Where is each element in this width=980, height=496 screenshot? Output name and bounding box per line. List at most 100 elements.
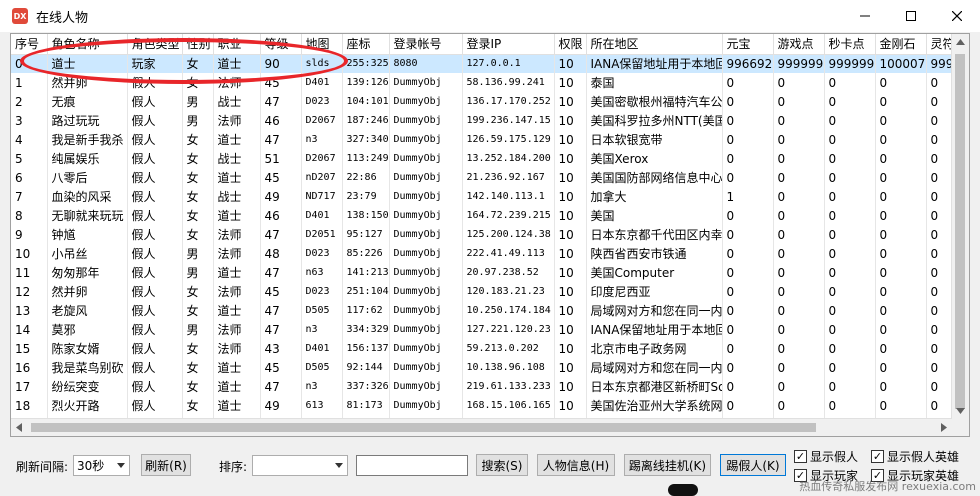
maximize-button[interactable] (888, 0, 934, 32)
column-header[interactable]: 登录IP (462, 34, 555, 55)
refresh-interval-value: 30秒 (77, 459, 105, 473)
table-cell: 0 (773, 187, 825, 206)
column-header[interactable]: 所在地区 (586, 34, 723, 55)
table-cell: 女 (182, 282, 214, 301)
table-cell: 125.200.124.38 (462, 225, 555, 244)
table-cell: 0 (773, 263, 825, 282)
show-dummy-label: 显示假人 (810, 450, 859, 464)
table-row[interactable]: 10 小吊丝 假人男法师 48 D023 85:226 DummyObj 222.41.49.… (11, 244, 962, 263)
search-input[interactable] (356, 455, 468, 476)
table-cell: 10 (554, 92, 587, 111)
table-cell: DummyObj (389, 244, 463, 263)
horizontal-scrollbar[interactable] (11, 418, 952, 436)
character-info-button[interactable]: 人物信息(H) (537, 454, 615, 476)
table-cell: 45 (260, 358, 302, 377)
table-cell: 烈火开路 (47, 396, 128, 415)
kick-dummy-button[interactable]: 踢假人(K) (720, 454, 786, 476)
table-row[interactable]: 14 莫邪 假人男法师 47 n3 334:329 DummyObj 127.221.120.… (11, 320, 962, 339)
table-row[interactable]: 16 我是菜鸟别砍 假人女道士 45 D505 92:144 DummyObj 10.138.… (11, 358, 962, 377)
table-cell: 0 (824, 225, 876, 244)
table-cell: 136.17.170.252 (462, 92, 555, 111)
table-cell: 假人 (127, 282, 183, 301)
vertical-scrollbar[interactable] (951, 34, 969, 419)
table-cell: 美国Xerox (586, 149, 723, 168)
table-row[interactable]: 7 血染的风采 假人女战士 49 ND717 23:79 DummyObj 142.140.1… (11, 187, 962, 206)
table-cell: 道士 (213, 358, 261, 377)
column-header[interactable]: 登录帐号 (389, 34, 463, 55)
table-cell: 1 (722, 187, 774, 206)
table-row[interactable]: 5 纯属娱乐 假人女战士 51 D2067 113:249 DummyObj 13.252.1… (11, 149, 962, 168)
table-cell: 0 (824, 263, 876, 282)
table-row[interactable]: 11 匆匆那年 假人男道士 47 n63 141:213 DummyObj 20.97.238… (11, 263, 962, 282)
table-cell: 无痕 (47, 92, 128, 111)
column-header[interactable]: 序号 (11, 34, 48, 55)
minimize-button[interactable] (842, 0, 888, 32)
scroll-right-icon[interactable] (941, 423, 947, 432)
table-cell: 局域网对方和您在同一内 (586, 301, 723, 320)
scroll-left-icon[interactable] (16, 423, 22, 432)
table-cell: 血染的风采 (47, 187, 128, 206)
table-cell: 12 (11, 282, 48, 301)
column-header[interactable]: 角色名称 (47, 34, 128, 55)
table-cell: 13 (11, 301, 48, 320)
table-cell: 0 (722, 92, 774, 111)
table-cell: 45 (260, 73, 302, 92)
table-row[interactable]: 18 烈火开路 假人女道士 49 613 81:173 DummyObj 168.15.106… (11, 396, 962, 415)
column-header[interactable]: 游戏点 (773, 34, 825, 55)
refresh-interval-label: 刷新间隔: (16, 460, 69, 474)
table-row[interactable]: 6 八零后 假人女道士 45 nD207 22:86 DummyObj 21.236.92.1… (11, 168, 962, 187)
column-header[interactable]: 性别 (182, 34, 214, 55)
table-cell: 道士 (213, 263, 261, 282)
refresh-button[interactable]: 刷新(R) (141, 454, 191, 476)
vertical-scroll-thumb[interactable] (955, 54, 965, 409)
show-dummy-checkbox[interactable]: ✓ 显示假人 (794, 448, 858, 465)
horizontal-scroll-thumb[interactable] (31, 423, 816, 432)
table-cell: 104:101 (342, 92, 390, 111)
refresh-interval-select[interactable]: 30秒 (73, 455, 130, 476)
column-header[interactable]: 职业 (213, 34, 261, 55)
column-header[interactable]: 元宝 (722, 34, 774, 55)
column-header[interactable]: 座标 (342, 34, 390, 55)
table-cell: 10 (554, 149, 587, 168)
table-cell: 陈家女婿 (47, 339, 128, 358)
table-cell: 日本软银宽带 (586, 130, 723, 149)
column-header[interactable]: 金刚石 (875, 34, 927, 55)
table-cell: 女 (182, 168, 214, 187)
search-button[interactable]: 搜索(S) (476, 454, 528, 476)
table-cell: 男 (182, 320, 214, 339)
table-cell: 假人 (127, 396, 183, 415)
minimize-icon (860, 15, 870, 17)
table-row[interactable]: 12 然并卵 假人女法师 45 D023 251:104 DummyObj 120.183.2… (11, 282, 962, 301)
table-cell: 90 (260, 54, 302, 73)
column-header[interactable]: 地图 (301, 34, 343, 55)
table-row[interactable]: 2 无痕 假人男战士 47 D023 104:101 DummyObj 136.17.170.… (11, 92, 962, 111)
scroll-down-icon[interactable] (956, 408, 965, 414)
scroll-up-icon[interactable] (956, 39, 965, 45)
table-row[interactable]: 0 道士 玩家女道士 90 slds 255:325 8080 127.0.0.1 10 IANA… (11, 54, 962, 73)
column-header[interactable]: 角色类型 (127, 34, 183, 55)
table-row[interactable]: 1 然并卵 假人女法师 45 D401 139:126 DummyObj 58.136.99.… (11, 73, 962, 92)
column-header[interactable]: 等级 (260, 34, 302, 55)
table-cell: DummyObj (389, 263, 463, 282)
table-cell: 16 (11, 358, 48, 377)
column-header[interactable]: 秒卡点 (824, 34, 876, 55)
show-dummy-hero-checkbox[interactable]: ✓ 显示假人英雄 (871, 448, 959, 465)
column-header[interactable]: 权限 (554, 34, 587, 55)
table-cell: 0 (824, 358, 876, 377)
kick-offline-button[interactable]: 踢离线挂机(K) (624, 454, 711, 476)
table-row[interactable]: 8 无聊就来玩玩 假人女道士 46 D401 138:150 DummyObj 164.72.… (11, 206, 962, 225)
table-cell: n63 (301, 263, 343, 282)
close-button[interactable] (934, 0, 980, 32)
table-cell: 51 (260, 149, 302, 168)
table-row[interactable]: 3 路过玩玩 假人男法师 46 D2067 187:246 DummyObj 199.236.… (11, 111, 962, 130)
table-cell: 10 (554, 73, 587, 92)
table-row[interactable]: 9 钟馗 假人女法师 47 D2051 95:127 DummyObj 125.200.124… (11, 225, 962, 244)
table-row[interactable]: 13 老旋风 假人女道士 47 D505 117:62 DummyObj 10.250.174… (11, 301, 962, 320)
table-row[interactable]: 4 我是新手我杀 假人女道士 47 n3 327:340 DummyObj 126.59.17… (11, 130, 962, 149)
table-row[interactable]: 17 纷纭突变 假人女道士 47 n3 337:326 DummyObj 219.61.133… (11, 377, 962, 396)
table-row[interactable]: 15 陈家女婿 假人女法师 43 D401 156:137 DummyObj 59.213.0… (11, 339, 962, 358)
table-cell: D505 (301, 301, 343, 320)
sort-select[interactable] (252, 455, 348, 476)
player-list-grid[interactable]: 序号 角色名称 角色类型 性别 职业 等级 地图 座标 登录帐号 登录IP 权限 所在地区 元宝 游戏点秒… (10, 33, 970, 437)
header-row: 序号 角色名称 角色类型 性别 职业 等级 地图 座标 登录帐号 登录IP 权限 所在地区 元宝 游戏点秒… (11, 34, 962, 55)
